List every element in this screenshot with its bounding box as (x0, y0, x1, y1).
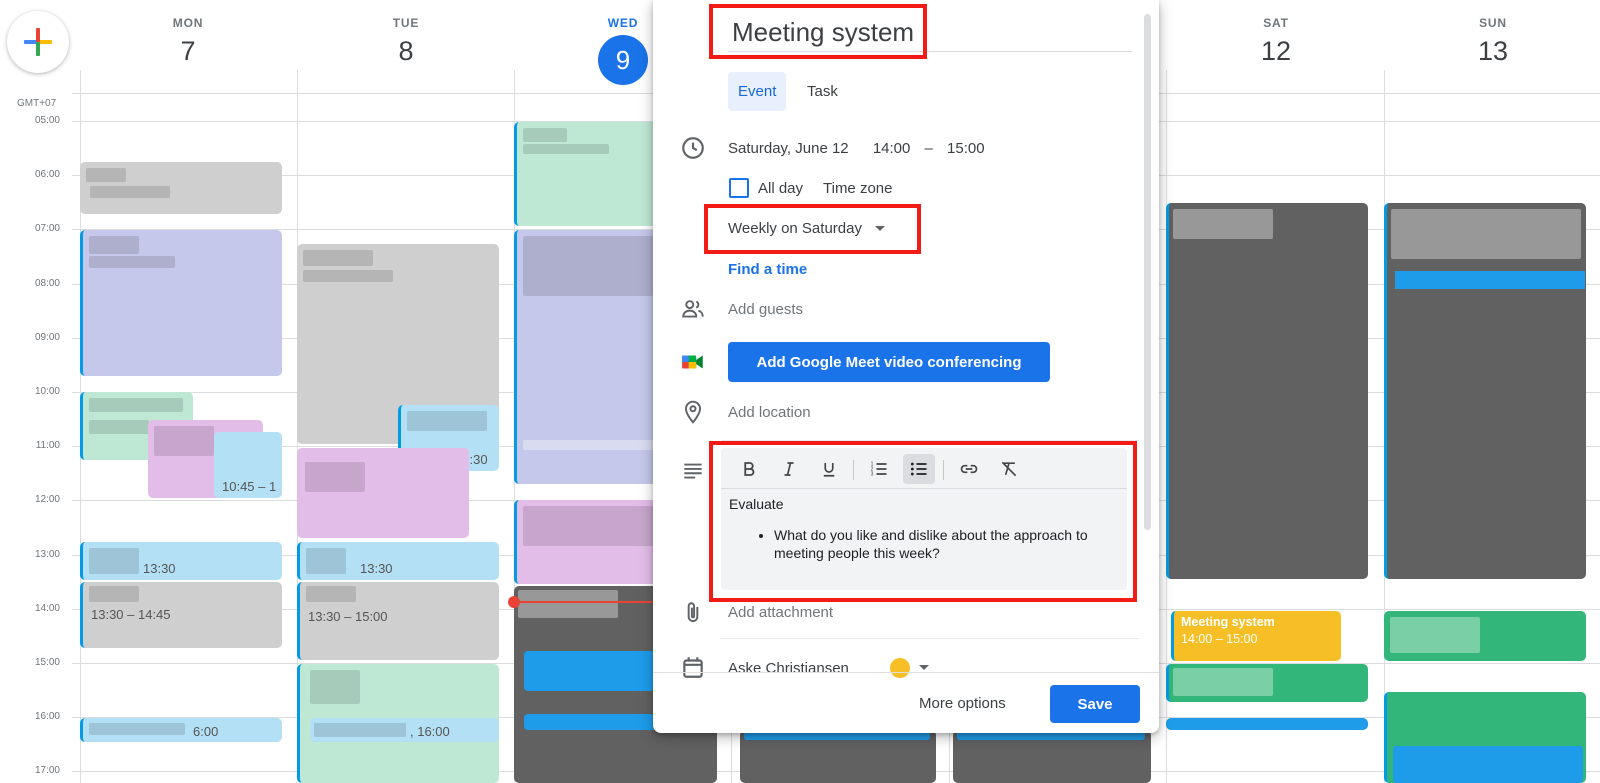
date-time-row: Saturday, June 12 14:00 – 15:00 (728, 140, 985, 157)
paperclip-icon (687, 602, 699, 623)
clock-icon (682, 137, 704, 159)
all-day-checkbox[interactable] (729, 178, 749, 198)
day-number: 7 (180, 36, 196, 66)
event-block[interactable] (1384, 203, 1586, 579)
event-block[interactable]: 13:30 – 14:45 (80, 582, 282, 648)
day-header-mon[interactable]: MON 7 (138, 16, 238, 67)
event-editor-dialog: Event Task Saturday, June 12 14:00 – 15:… (653, 0, 1159, 733)
create-button[interactable] (7, 11, 69, 73)
event-block[interactable] (297, 448, 469, 538)
event-block[interactable]: 13:30 (297, 542, 499, 580)
add-location-field[interactable]: Add location (728, 404, 811, 421)
calendar-owner[interactable]: Aske Christiansen (728, 660, 849, 677)
google-meet-icon (682, 355, 703, 369)
today-date-badge[interactable]: 9 (598, 35, 648, 85)
event-meeting-system[interactable]: Meeting system 14:00 – 15:00 (1171, 611, 1341, 661)
more-options-button[interactable]: More options (911, 685, 1014, 723)
current-time-line (514, 601, 654, 603)
event-block[interactable] (1166, 664, 1368, 702)
add-google-meet-button[interactable]: Add Google Meet video conferencing (728, 342, 1050, 382)
hour-label: 05:00 (34, 115, 60, 126)
time-dash: – (924, 140, 933, 157)
location-pin-icon (684, 400, 702, 424)
event-time: 13:30 – 14:45 (91, 607, 171, 622)
find-a-time-link[interactable]: Find a time (728, 261, 807, 278)
highlight-box (709, 4, 927, 59)
event-block[interactable] (1166, 203, 1368, 579)
day-header-sat[interactable]: SAT 12 (1226, 16, 1326, 67)
event-title: Meeting system (1181, 615, 1275, 629)
day-header-tue[interactable]: TUE 8 (356, 16, 456, 67)
tab-event[interactable]: Event (728, 72, 787, 111)
event-block[interactable] (514, 122, 664, 226)
date-field[interactable]: Saturday, June 12 (728, 140, 849, 157)
event-block[interactable]: 10:45 – 1 (214, 432, 282, 498)
day-name: SAT (1263, 16, 1289, 30)
highlight-box (704, 204, 921, 254)
day-name: MON (172, 16, 204, 30)
event-block[interactable]: 6:00 (80, 718, 282, 742)
hour-label: 16:00 (34, 711, 60, 722)
time-zone-button[interactable]: Time zone (823, 180, 892, 197)
hour-label: 09:00 (34, 332, 60, 343)
event-block[interactable] (953, 730, 1151, 783)
event-block[interactable]: 13:30 (80, 542, 282, 580)
dialog-scrollbar[interactable] (1144, 14, 1151, 530)
plus-icon-part (38, 40, 52, 44)
event-time: 6:00 (193, 724, 219, 739)
day-name: TUE (392, 16, 420, 30)
plus-icon-part (36, 42, 40, 56)
event-time: 13:30 (143, 561, 176, 576)
highlight-box (709, 441, 1137, 602)
event-block[interactable]: 13:30 – 15:00 (297, 582, 499, 660)
section-divider (721, 638, 1139, 639)
hour-label: 13:00 (34, 549, 60, 560)
hour-label: 12:00 (34, 494, 60, 505)
event-block[interactable] (80, 162, 282, 214)
plus-icon-part (36, 28, 40, 42)
event-block[interactable]: , 16:00 (310, 718, 499, 742)
description-icon (684, 463, 702, 479)
footer-divider (653, 672, 1159, 673)
event-time: 14:00 – 15:00 (1181, 632, 1258, 646)
tab-task[interactable]: Task (797, 72, 848, 111)
hour-label: 08:00 (34, 278, 60, 289)
start-time-field[interactable]: 14:00 (873, 140, 911, 157)
timezone-label: GMT+07 (17, 98, 57, 109)
all-day-label: All day (758, 180, 804, 197)
end-time-field[interactable]: 15:00 (947, 140, 985, 157)
calendar-color-swatch[interactable] (890, 658, 910, 678)
chevron-down-icon (919, 665, 929, 670)
event-time: 13:30 (360, 561, 393, 576)
event-block[interactable] (1166, 718, 1368, 730)
event-time: 10:45 – 1 (222, 479, 277, 494)
day-number: 8 (398, 36, 414, 66)
add-attachment-field[interactable]: Add attachment (728, 604, 833, 621)
hour-label: 11:00 (35, 440, 60, 451)
hour-label: 14:00 (34, 603, 60, 614)
event-block[interactable] (1384, 611, 1586, 661)
people-icon (682, 300, 704, 318)
hour-label: 07:00 (34, 223, 60, 234)
day-number: 13 (1477, 36, 1509, 66)
hour-label: 17:00 (34, 765, 60, 776)
event-block[interactable] (514, 500, 664, 584)
hour-label: 10:00 (34, 386, 60, 397)
calendar-icon (683, 657, 703, 678)
day-name: SUN (1479, 16, 1507, 30)
hour-label: 06:00 (34, 169, 60, 180)
event-block[interactable] (1384, 692, 1586, 783)
event-block[interactable] (80, 230, 282, 376)
day-header-sun[interactable]: SUN 13 (1443, 16, 1543, 67)
event-time: , 16:00 (410, 724, 450, 739)
calendar-app: 17:00 16:00 15:00 14:00 13:00 12:00 11:00 10:00… (0, 0, 1600, 783)
event-block[interactable] (740, 730, 936, 783)
event-block[interactable] (514, 230, 664, 484)
save-button[interactable]: Save (1050, 685, 1140, 723)
add-guests-field[interactable]: Add guests (728, 301, 803, 318)
day-number: 12 (1260, 36, 1292, 66)
hour-label: 15:00 (34, 657, 60, 668)
event-time: 13:30 – 15:00 (308, 609, 388, 624)
